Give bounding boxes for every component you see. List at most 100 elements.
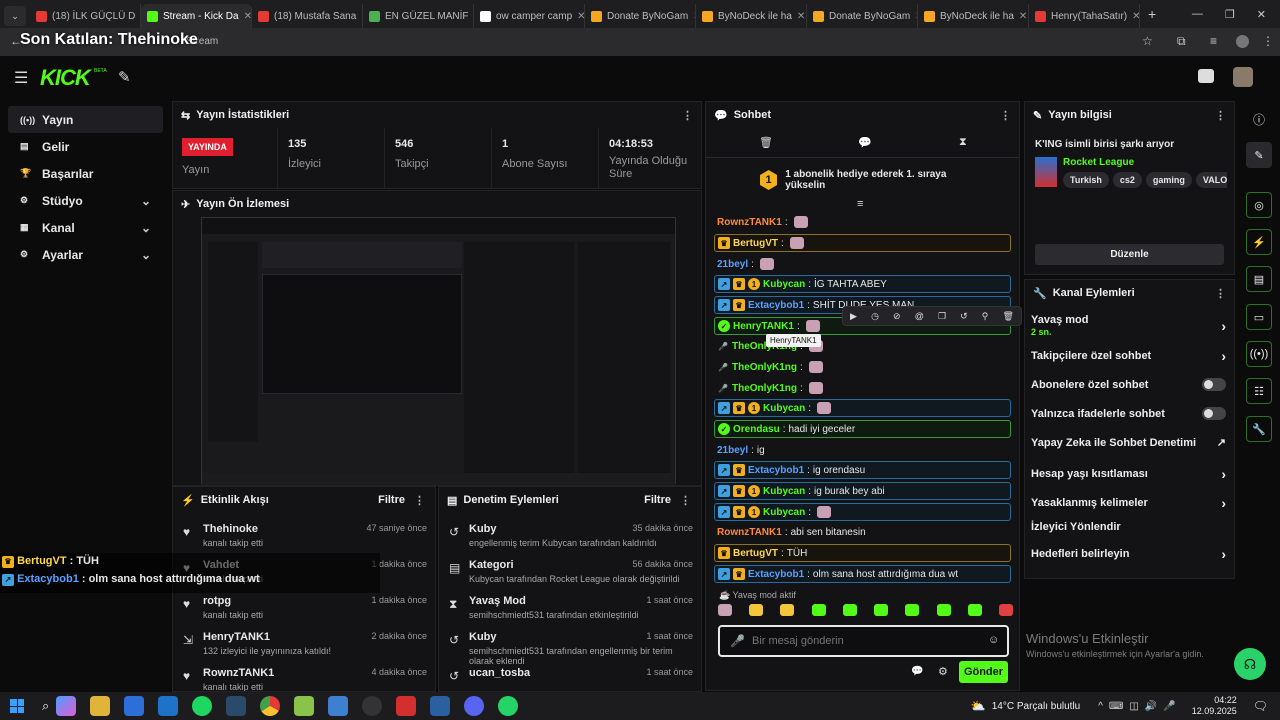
chat-username[interactable]: Extacybob1 <box>748 465 804 476</box>
chat-username[interactable]: BertugVT <box>733 238 778 249</box>
toggle-switch[interactable] <box>1202 407 1226 420</box>
collapse-pinned-icon[interactable]: ≡ <box>857 198 863 210</box>
channel-action-row[interactable]: Yalnızca ifadelerle sohbet <box>1031 407 1226 420</box>
store-icon[interactable] <box>124 696 145 716</box>
tab-close-icon[interactable]: ✕ <box>577 11 584 22</box>
emote-6[interactable] <box>874 604 889 616</box>
app-icon-1[interactable] <box>328 696 349 716</box>
browser-tab[interactable]: Stream - Kick Da ✕ <box>141 4 252 28</box>
notifications-icon[interactable]: 🗨 <box>1253 699 1268 713</box>
browser-tab[interactable]: ow camper camp ✕ <box>474 4 585 28</box>
file-explorer-icon[interactable] <box>90 696 111 716</box>
channel-action-row[interactable]: Takipçilere özel sohbet › <box>1031 348 1226 364</box>
channel-action-row[interactable]: İzleyici Yönlendir <box>1031 521 1226 533</box>
browser-tab[interactable]: (18) İLK GÜÇLÜ D✕ <box>30 4 141 28</box>
rail-wrench-icon[interactable]: 🔧 <box>1246 416 1272 442</box>
chat-message[interactable]: ↗ ♛ Extacybob1: ig orendasu <box>714 461 1011 479</box>
sidebar-item-5[interactable]: ▦ Kanal ⌄ <box>8 214 163 241</box>
rail-document-icon[interactable]: ▤ <box>1246 266 1272 292</box>
browser-tab[interactable]: EN GÜZEL MANİF✕ <box>363 4 474 28</box>
chat-input-box[interactable]: 🎤 ☺ <box>718 625 1009 657</box>
channel-action-row[interactable]: Yapay Zeka ile Sohbet Denetimi ↗ <box>1031 436 1226 450</box>
send-button[interactable]: Gönder <box>959 661 1008 683</box>
chat-username[interactable]: Orendasu <box>733 424 780 435</box>
chat-message[interactable]: 🎤 TheOnlyK1ng: <box>714 379 1011 397</box>
chat-username[interactable]: Kubycan <box>763 507 805 518</box>
chat-username[interactable]: 21beyl <box>717 259 748 270</box>
chat-username[interactable]: RownzTANK1 <box>717 527 782 538</box>
emote-3[interactable] <box>780 604 795 616</box>
sidebar-item-3[interactable]: 🏆 Başarılar <box>8 160 163 187</box>
minimize-icon[interactable]: — <box>1192 8 1203 21</box>
steam-icon[interactable] <box>226 696 247 716</box>
chevron-right-icon[interactable]: › <box>1221 546 1226 562</box>
copy-icon[interactable]: ❐ <box>938 311 946 322</box>
channel-action-row[interactable]: Yavaş mod 2 sn. › <box>1031 314 1226 338</box>
chat-message[interactable]: ↗ ♛ 1 Kubycan: <box>714 503 1011 521</box>
emote-1[interactable] <box>718 604 732 616</box>
whatsapp-icon[interactable] <box>498 696 519 716</box>
weather-text[interactable]: 14°C Parçalı bulutlu <box>992 701 1081 712</box>
chat-message[interactable]: 21beyl: <box>714 255 1011 273</box>
chat-username[interactable]: Kubycan <box>763 486 805 497</box>
rail-broadcast-icon[interactable]: ((•)) <box>1246 341 1272 367</box>
new-tab-button[interactable]: + <box>1148 6 1156 22</box>
chat-username[interactable]: Kubycan <box>763 403 805 414</box>
chat-settings-bubble-icon[interactable]: 💬 <box>911 666 923 677</box>
tab-close-icon[interactable]: ✕ <box>1019 11 1027 22</box>
channel-action-row[interactable]: Hedefleri belirleyin › <box>1031 546 1226 562</box>
shield-icon[interactable] <box>430 696 451 716</box>
hamburger-menu-icon[interactable]: ☰ <box>14 68 28 88</box>
chat-input[interactable] <box>752 632 972 650</box>
chat-username[interactable]: RownzTANK1 <box>717 217 782 228</box>
info-icon[interactable]: ⓘ <box>1253 111 1265 128</box>
extensions-icon[interactable]: ⧉ <box>1177 34 1186 49</box>
stream-tag[interactable]: gaming <box>1145 172 1192 188</box>
rail-lightning-icon[interactable]: ⚡ <box>1246 229 1272 255</box>
chat-message[interactable]: ↗ ♛ 1 Kubycan: <box>714 399 1011 417</box>
stats-menu-icon[interactable]: ⋮ <box>682 109 693 122</box>
chevron-right-icon[interactable]: › <box>1221 348 1226 364</box>
browser-tab[interactable]: (18) Mustafa Sana✕ <box>252 4 363 28</box>
sidebar-item-4[interactable]: ⚙ Stüdyo ⌄ <box>8 187 163 214</box>
browser-tab[interactable]: Henry(TahaSatır) ✕ <box>1029 4 1140 28</box>
chat-username[interactable]: Extacybob1 <box>748 569 804 580</box>
emote-2[interactable] <box>749 604 764 616</box>
clock-time[interactable]: 04:22 <box>1192 695 1237 706</box>
chevron-right-icon[interactable]: › <box>1221 318 1226 334</box>
chat-message[interactable]: 21beyl: ig <box>714 441 1011 459</box>
browser-tab[interactable]: Donate ByNoGam✕ <box>585 4 696 28</box>
chat-username[interactable]: TheOnlyK1ng <box>732 383 797 394</box>
stream-tag[interactable]: cs2 <box>1112 172 1142 188</box>
chat-username[interactable]: 21beyl <box>717 445 748 456</box>
emote-10[interactable] <box>998 604 1013 616</box>
sidebar-item-2[interactable]: ▤ Gelir <box>8 133 163 160</box>
spotify-icon[interactable] <box>192 696 213 716</box>
delete-icon[interactable]: 🗑 <box>1003 311 1014 322</box>
play-icon[interactable]: ▶ <box>850 311 857 322</box>
emote-9[interactable] <box>967 604 982 616</box>
trash-icon[interactable]: 🗑 <box>759 136 773 149</box>
rail-camera-icon[interactable]: ◎ <box>1246 192 1272 218</box>
tray-icons[interactable]: ^⌨◫🔊🎤 <box>1098 701 1181 712</box>
activity-menu-icon[interactable]: ⋮ <box>414 494 425 507</box>
chevron-down-icon[interactable]: ⌄ <box>141 221 151 235</box>
support-chat-button[interactable]: ☊ <box>1234 648 1266 680</box>
emoji-picker-icon[interactable]: ☺ <box>988 634 999 646</box>
close-window-icon[interactable]: ✕ <box>1257 8 1266 21</box>
activity-filter-button[interactable]: Filtre <box>378 494 405 506</box>
browser-tab[interactable]: Donate ByNoGam✕ <box>807 4 918 28</box>
notepad-icon[interactable] <box>294 696 315 716</box>
chat-gear-icon[interactable]: ⚙ <box>938 665 948 678</box>
stream-info-menu-icon[interactable]: ⋮ <box>1215 109 1226 122</box>
ban-icon[interactable]: ⊘ <box>893 311 901 322</box>
vpn-icon[interactable] <box>396 696 417 716</box>
sidebar-item-1[interactable]: ((•)) Yayın <box>8 106 163 133</box>
chat-message[interactable]: ♛ BertugVT: <box>714 234 1011 252</box>
at-icon[interactable]: @ <box>915 311 924 321</box>
chevron-down-icon[interactable]: ⌄ <box>141 194 151 208</box>
bookmark-star-icon[interactable]: ☆ <box>1142 34 1153 48</box>
emote-7[interactable] <box>905 604 920 616</box>
tab-close-icon[interactable]: ✕ <box>1132 11 1139 22</box>
chat-message[interactable]: ♛ BertugVT: TÜH <box>714 544 1011 562</box>
